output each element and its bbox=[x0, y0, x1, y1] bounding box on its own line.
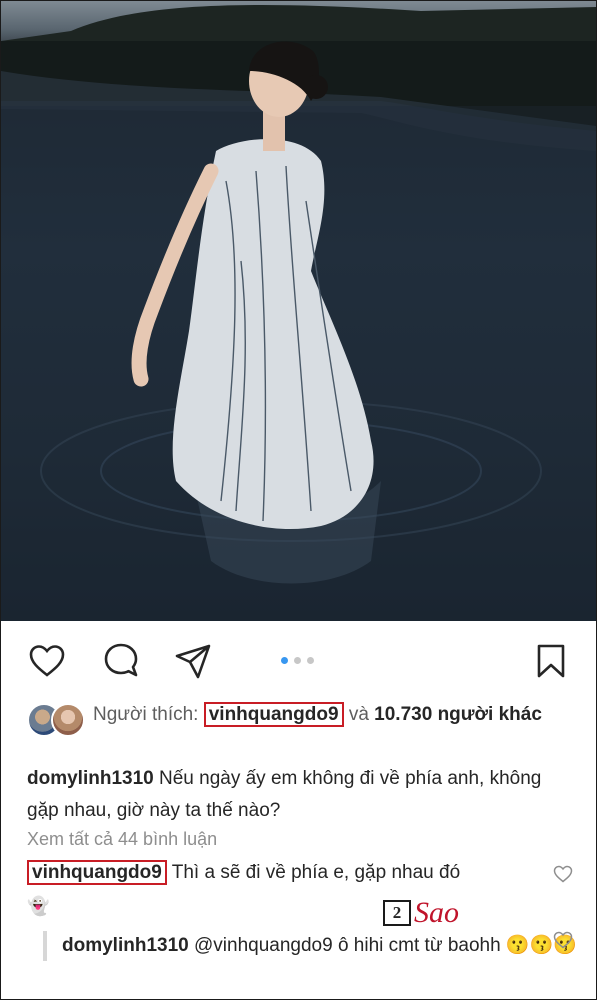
watermark-badge: 2 bbox=[383, 900, 411, 926]
likes-prefix: Người thích: bbox=[93, 704, 204, 725]
view-all-comments-link[interactable]: Xem tất cả 44 bình luận bbox=[27, 829, 217, 850]
heart-icon[interactable] bbox=[25, 639, 69, 683]
ghost-emoji: 👻 bbox=[27, 896, 50, 916]
likes-text: Người thích: vinhquangdo9 và 10.730 ngườ… bbox=[93, 701, 583, 728]
comment: vinhquangdo9 Thì a sẽ đi về phía e, gặp … bbox=[27, 860, 547, 885]
reply-text: @vinhquangdo9 ô hihi cmt từ baohh 😗😗😗 bbox=[188, 935, 577, 956]
comment-text: Thì a sẽ đi về phía e, gặp nhau đó bbox=[166, 862, 461, 883]
liker-avatars[interactable] bbox=[27, 703, 85, 737]
post-image[interactable] bbox=[1, 1, 596, 621]
liker-username[interactable]: vinhquangdo9 bbox=[203, 702, 344, 727]
reply-username[interactable]: domylinh1310 bbox=[62, 935, 189, 956]
paper-plane-icon[interactable] bbox=[171, 639, 215, 683]
post-frame: Người thích: vinhquangdo9 và 10.730 ngườ… bbox=[0, 0, 597, 1000]
post-photo-art bbox=[1, 5, 596, 621]
carousel-dot[interactable] bbox=[307, 657, 314, 664]
likes-count[interactable]: 10.730 người khác bbox=[374, 704, 542, 725]
reply-like-heart-icon[interactable] bbox=[553, 931, 573, 949]
avatar[interactable] bbox=[51, 703, 85, 737]
post-caption: domylinh1310 Nếu ngày ấy em không đi về … bbox=[27, 763, 557, 827]
reply-comment: domylinh1310 @vinhquangdo9 ô hihi cmt từ… bbox=[43, 931, 582, 961]
carousel-dot[interactable] bbox=[294, 657, 301, 664]
carousel-dot-active[interactable] bbox=[281, 657, 288, 664]
caption-username[interactable]: domylinh1310 bbox=[27, 768, 154, 789]
watermark-text: Sao bbox=[414, 896, 459, 929]
comment-username[interactable]: vinhquangdo9 bbox=[27, 860, 167, 885]
comment-icon[interactable] bbox=[99, 639, 143, 683]
likes-joiner: và bbox=[343, 704, 375, 725]
carousel-indicator bbox=[281, 657, 314, 664]
watermark-logo: 2 Sao bbox=[383, 898, 459, 928]
comment-like-heart-icon[interactable] bbox=[553, 865, 573, 883]
bookmark-icon[interactable] bbox=[529, 639, 573, 683]
